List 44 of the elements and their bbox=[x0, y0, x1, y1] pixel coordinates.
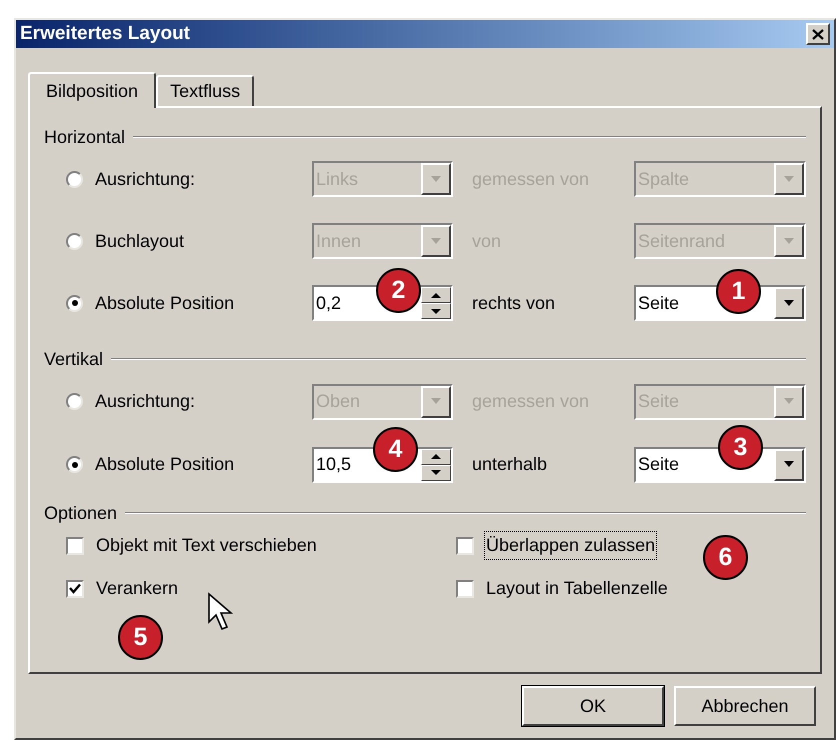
field-label: rechts von bbox=[471, 292, 556, 314]
caret-icon bbox=[783, 461, 795, 468]
radio-button[interactable] bbox=[66, 294, 83, 312]
checkbox[interactable] bbox=[66, 580, 84, 598]
group-label: Horizontal bbox=[44, 126, 126, 148]
window-title: Erweitertes Layout bbox=[20, 22, 190, 46]
checkbox-label: Layout in Tabellenzelle bbox=[485, 577, 669, 600]
caret-icon bbox=[430, 238, 442, 244]
close-button[interactable] bbox=[806, 23, 830, 45]
mouse-pointer-icon bbox=[207, 592, 233, 632]
checkbox[interactable] bbox=[456, 536, 474, 554]
radio-button[interactable] bbox=[66, 393, 83, 410]
checkbox-label: Verankern bbox=[95, 577, 180, 600]
field-label: unterhalb bbox=[471, 453, 548, 476]
spin-arrow-icon bbox=[430, 292, 442, 298]
checkbox-label: Überlappen zulassen bbox=[484, 531, 658, 560]
dialog-button[interactable]: OK bbox=[522, 686, 664, 726]
tab[interactable]: Textfluss bbox=[156, 75, 254, 106]
group-label: Vertikal bbox=[44, 348, 104, 370]
caret-icon bbox=[783, 398, 795, 405]
close-icon bbox=[812, 28, 824, 40]
checkbox[interactable] bbox=[456, 580, 474, 598]
checkbox-label: Objekt mit Text verschieben bbox=[95, 534, 318, 557]
spin-arrow-icon bbox=[430, 453, 442, 460]
radio-button[interactable] bbox=[66, 456, 83, 473]
caret-icon bbox=[430, 176, 442, 182]
checkbox[interactable] bbox=[66, 536, 84, 554]
option-label: Ausrichtung: bbox=[95, 390, 196, 413]
caret-icon bbox=[783, 300, 795, 306]
check-icon bbox=[69, 583, 81, 594]
option-label: Absolute Position bbox=[95, 292, 234, 314]
caret-icon bbox=[430, 398, 442, 405]
caret-icon bbox=[783, 176, 795, 182]
dialog-button[interactable]: Abbrechen bbox=[674, 686, 816, 726]
radio-button[interactable] bbox=[66, 170, 83, 188]
option-label: Ausrichtung: bbox=[95, 168, 196, 191]
radio-button[interactable] bbox=[66, 232, 83, 250]
option-label: Absolute Position bbox=[95, 453, 234, 476]
option-label: Buchlayout bbox=[95, 230, 184, 253]
caret-icon bbox=[783, 238, 795, 244]
group-label: Optionen bbox=[44, 502, 118, 525]
tab[interactable]: Bildposition bbox=[28, 72, 156, 108]
spin-arrow-icon bbox=[430, 308, 442, 314]
spin-arrow-icon bbox=[430, 469, 442, 476]
